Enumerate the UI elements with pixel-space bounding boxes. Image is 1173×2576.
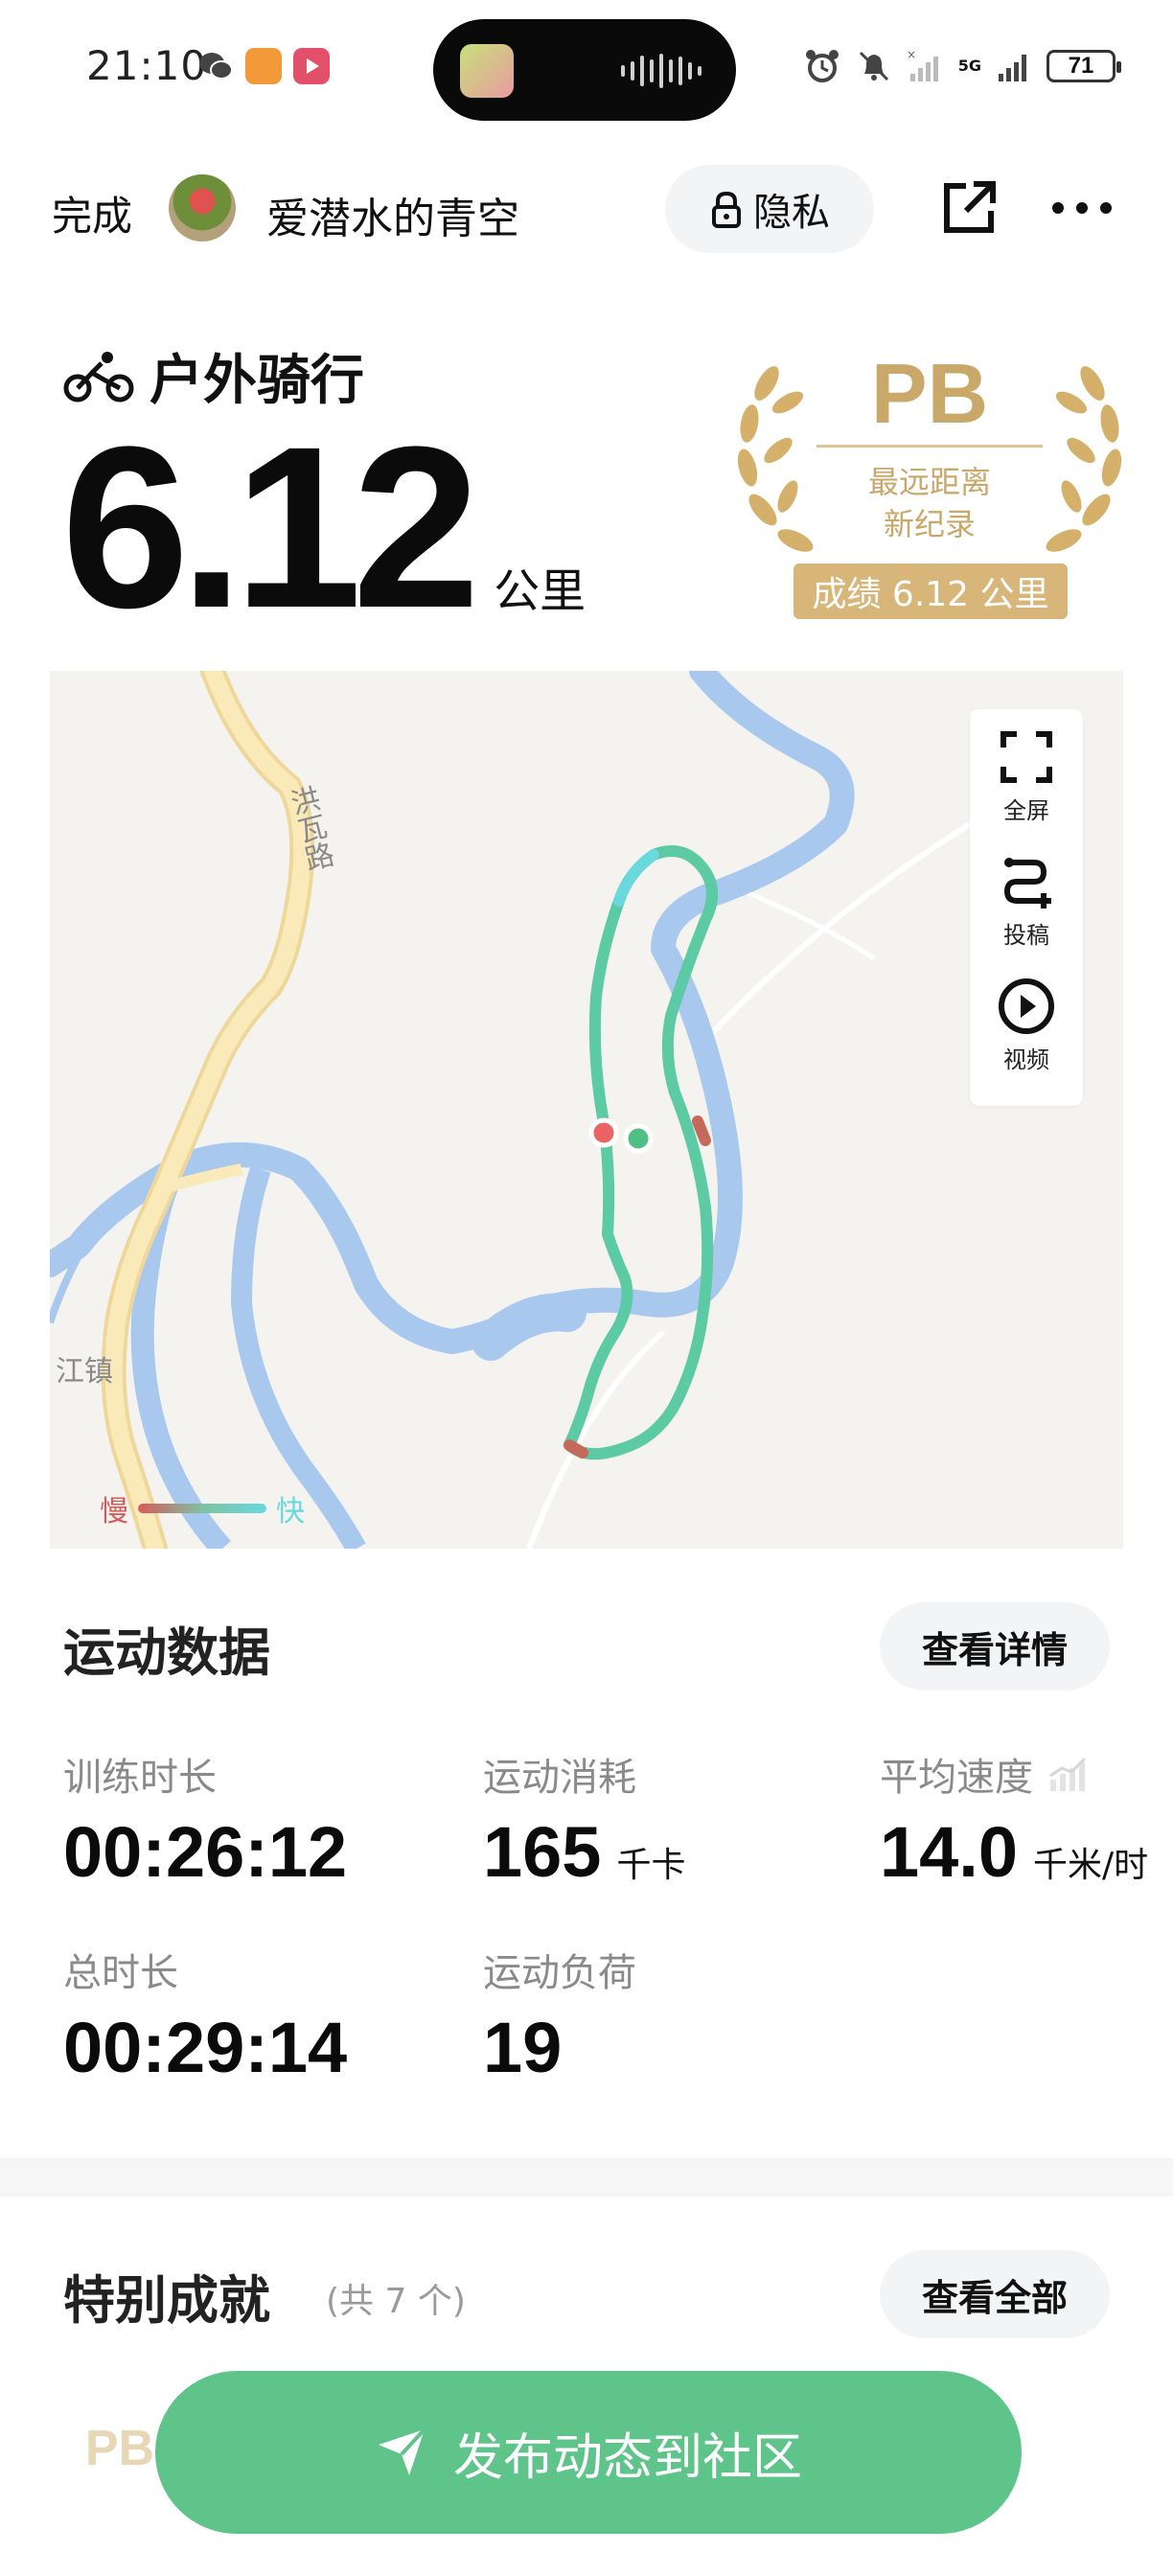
- video-app-icon: [293, 48, 330, 84]
- pb-caption-2: 新纪录: [883, 506, 976, 542]
- stat-label-training-load: 运动负荷: [483, 1951, 636, 1995]
- stat-unit: 千卡: [616, 1846, 686, 1885]
- end-marker: [623, 1123, 654, 1154]
- stat-label-calories: 运动消耗: [483, 1756, 636, 1800]
- chat-bubble-app-icon: [245, 48, 282, 84]
- legend-fast: 快: [276, 1495, 305, 1529]
- privacy-button[interactable]: 隐私: [665, 165, 874, 253]
- view-all-button[interactable]: 查看全部: [880, 2250, 1110, 2338]
- done-button[interactable]: 完成: [52, 184, 132, 242]
- speed-legend: 慢 快: [100, 1487, 305, 1530]
- achievement-pb-text: PB: [84, 2421, 155, 2476]
- stat-label-average-speed: 平均速度: [880, 1746, 1089, 1802]
- stat-unit: 千米/时: [1033, 1846, 1149, 1885]
- status-bar: 21:10 × 5G 71: [0, 0, 1173, 144]
- share-icon[interactable]: [939, 178, 999, 238]
- play-icon: [999, 978, 1054, 1034]
- stat-label-training-duration: 训练时长: [63, 1756, 217, 1800]
- fullscreen-label: 全屏: [1003, 797, 1049, 824]
- stat-number: 00:29:14: [63, 2008, 348, 2087]
- fullscreen-button[interactable]: 全屏: [970, 728, 1083, 825]
- fullscreen-icon: [1000, 731, 1052, 783]
- view-details-button[interactable]: 查看详情: [880, 1602, 1110, 1690]
- map-toolbar: 全屏 投稿 视频: [970, 709, 1083, 1106]
- battery-indicator: 71: [1046, 50, 1121, 82]
- wechat-icon: [199, 53, 233, 80]
- publish-to-community-button[interactable]: 发布动态到社区: [155, 2371, 1022, 2534]
- distance-value: 6.12: [61, 399, 480, 656]
- distance-unit: 公里: [494, 564, 586, 618]
- stat-number: 165: [483, 1812, 602, 1892]
- route-map[interactable]: 洪瓦路 江镇 全屏 投稿 视频 慢 快: [50, 671, 1123, 1549]
- video-button[interactable]: 视频: [970, 978, 1083, 1074]
- alarm-icon: [805, 50, 839, 82]
- more-icon[interactable]: [1048, 178, 1116, 238]
- lock-icon: [712, 191, 741, 228]
- speed-gradient-bar: [138, 1504, 266, 1513]
- stat-number: 14.0: [880, 1812, 1019, 1892]
- submit-label: 投稿: [1003, 922, 1049, 949]
- map-canvas[interactable]: [50, 671, 1123, 1549]
- stats-title: 运动数据: [63, 1622, 270, 1683]
- network-type: 5G: [957, 57, 981, 75]
- submit-button[interactable]: 投稿: [970, 853, 1083, 950]
- stat-label-total-duration: 总时长: [63, 1951, 178, 1995]
- achievements-title: 特别成就: [63, 2270, 270, 2331]
- stat-value-total-duration: 00:29:14: [63, 2007, 347, 2088]
- send-icon: [378, 2427, 426, 2475]
- avatar[interactable]: [169, 174, 236, 242]
- trend-chart-icon: [1049, 1757, 1087, 1791]
- start-marker: [588, 1117, 619, 1148]
- stat-value-training-load: 19: [483, 2007, 562, 2088]
- distance-display: 6.12 公里: [61, 412, 586, 642]
- pb-score: 成绩 6.12 公里: [794, 564, 1068, 619]
- privacy-label: 隐私: [753, 191, 830, 235]
- pb-title: PB: [870, 346, 989, 441]
- pb-divider: [816, 445, 1043, 448]
- stat-label-text: 平均速度: [880, 1756, 1033, 1800]
- status-time: 21:10: [86, 42, 208, 89]
- pb-caption-1: 最远距离: [867, 464, 991, 500]
- stat-number: 19: [483, 2008, 563, 2087]
- username[interactable]: 爱潜水的青空: [266, 184, 519, 245]
- video-label: 视频: [1003, 1046, 1049, 1073]
- mute-bell-icon: [859, 51, 888, 81]
- audio-wave-icon: [621, 54, 702, 88]
- publish-label: 发布动态到社区: [452, 2428, 802, 2487]
- achievements-count: (共 7 个): [326, 2282, 466, 2321]
- legend-slow: 慢: [100, 1495, 128, 1529]
- route-submit-icon: [1003, 858, 1051, 908]
- stat-value-calories: 165 千卡: [483, 1811, 685, 1893]
- section-divider: [0, 2158, 1173, 2196]
- svg-text:×: ×: [907, 48, 916, 61]
- stat-value-training-duration: 00:26:12: [63, 1811, 347, 1893]
- top-header: 完成 爱潜水的青空 隐私: [0, 153, 1173, 268]
- stat-value-average-speed: 14.0 千米/时: [880, 1811, 1148, 1893]
- pb-badge[interactable]: PB 最远距离 新纪录 成绩 6.12 公里: [728, 345, 1131, 632]
- dynamic-island[interactable]: [433, 19, 736, 121]
- no-signal-icon: ×: [907, 48, 938, 81]
- bicycle-icon: [63, 351, 134, 402]
- cell-signal-icon: [999, 55, 1026, 81]
- status-indicators: × 5G 71: [803, 44, 1121, 88]
- now-playing-thumbnail: [460, 44, 514, 98]
- town-label: 江镇: [56, 1355, 113, 1389]
- stat-number: 00:26:12: [63, 1812, 348, 1892]
